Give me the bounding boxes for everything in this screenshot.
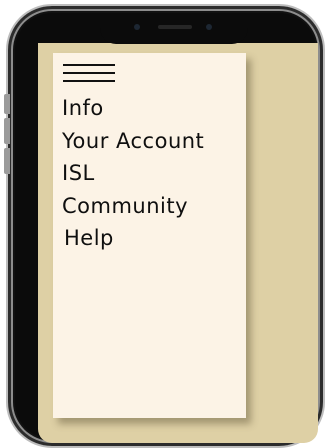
phone-frame: Info Your Account ISL Community Help (4, 4, 325, 448)
menu-item-info[interactable]: Info (62, 92, 204, 125)
sensor-icon (206, 24, 212, 30)
volume-down-button (4, 148, 10, 174)
navigation-drawer: Info Your Account ISL Community Help (53, 53, 246, 418)
volume-up-button (4, 118, 10, 144)
front-camera-icon (134, 24, 140, 30)
phone-notch (100, 14, 248, 44)
app-screen: Info Your Account ISL Community Help (38, 43, 318, 443)
silent-switch (4, 94, 10, 114)
menu-item-help[interactable]: Help (62, 222, 204, 255)
nav-menu: Info Your Account ISL Community Help (62, 92, 204, 255)
menu-item-your-account[interactable]: Your Account (62, 125, 204, 158)
hamburger-line (63, 80, 115, 82)
hamburger-line (63, 64, 115, 66)
earpiece-speaker (158, 25, 192, 29)
menu-item-isl[interactable]: ISL (62, 157, 204, 190)
hamburger-line (63, 72, 115, 74)
hamburger-icon[interactable] (63, 58, 115, 82)
menu-item-community[interactable]: Community (62, 190, 204, 223)
